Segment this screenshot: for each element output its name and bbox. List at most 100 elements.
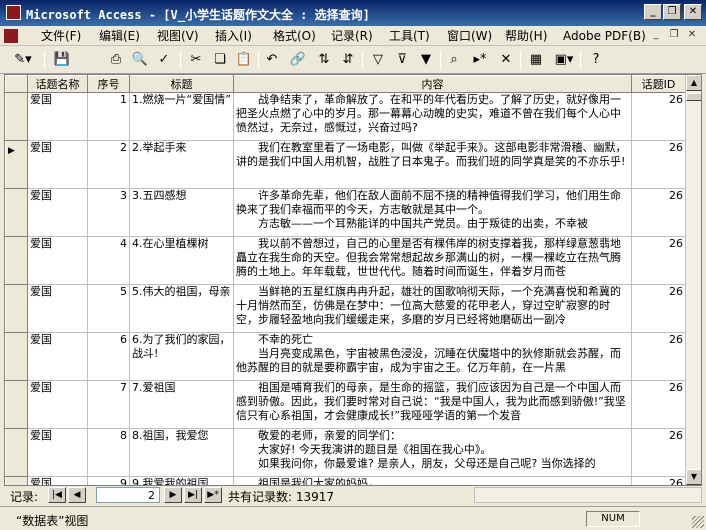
menu-file[interactable]: 文件(F) <box>38 28 84 44</box>
cell-seq[interactable]: 6 <box>87 332 130 381</box>
cell-topic-id[interactable]: 26 <box>631 140 686 189</box>
document-icon[interactable] <box>4 29 18 43</box>
record-selector[interactable] <box>5 428 28 477</box>
record-selector[interactable] <box>5 92 28 141</box>
record-selector[interactable] <box>5 332 28 381</box>
menu-tools[interactable]: 工具(T) <box>386 28 433 44</box>
table-row[interactable]: 爱国 3 3.五四感想 许多革命先辈，他们在敌人面前不屈不挠的精神值得我们学习，他们… <box>5 188 686 237</box>
cell-content[interactable]: 许多革命先辈，他们在敌人面前不屈不挠的精神值得我们学习，他们用生命换来了我们幸福… <box>233 188 632 237</box>
design-view-icon[interactable]: ✎▾ <box>8 50 38 70</box>
cell-title[interactable]: 5.伟大的祖国，母亲 <box>129 284 234 333</box>
help-icon[interactable]: ? <box>586 50 606 70</box>
cut-icon[interactable]: ✂ <box>186 50 206 70</box>
cell-topic-id[interactable]: 26 <box>631 284 686 333</box>
spelling-icon[interactable]: ✓ <box>154 50 174 70</box>
column-header-topic[interactable]: 话题名称 <box>27 75 88 93</box>
current-record-input[interactable] <box>96 487 160 503</box>
scroll-thumb[interactable] <box>686 93 701 101</box>
print-preview-icon[interactable]: 🔍 <box>130 50 150 70</box>
find-icon[interactable]: ⌕ <box>444 50 464 70</box>
cell-topic-id[interactable]: 26 <box>631 476 686 485</box>
table-row[interactable]: 爱国 8 8.祖国，我爱您 敬爱的老师，亲爱的同学们： 大家好! 今天我演讲的题目是… <box>5 428 686 477</box>
table-row[interactable]: 爱国 7 7.爱祖国 祖国是哺育我们的母亲，是生命的摇篮，我们应该因为自己是一个中国… <box>5 380 686 429</box>
resize-grip-icon[interactable] <box>692 516 704 528</box>
record-selector[interactable] <box>5 380 28 429</box>
mdi-restore-icon[interactable]: ❐ <box>666 28 682 42</box>
menu-view[interactable]: 视图(V) <box>154 28 202 44</box>
first-record-icon[interactable]: |◀ <box>48 487 66 503</box>
cell-topic[interactable]: 爱国 <box>27 140 88 189</box>
scroll-down-icon[interactable]: ▼ <box>686 469 701 485</box>
cell-content[interactable]: 敬爱的老师，亲爱的同学们： 大家好! 今天我演讲的题目是《祖国在我心中》。 如果… <box>233 428 632 477</box>
select-all-corner[interactable] <box>5 75 28 93</box>
sort-asc-icon[interactable]: ⇅ <box>314 50 334 70</box>
table-row[interactable]: 爱国 9 9.我爱我的祖国 祖国是我们大家的妈妈， 26 <box>5 476 686 485</box>
minimize-button[interactable]: _ <box>644 4 662 20</box>
cell-title[interactable]: 3.五四感想 <box>129 188 234 237</box>
table-row[interactable]: 爱国 4 4.在心里植棵树 我以前不曾想过，自己的心里是否有棵伟岸的树支撑着我，那样… <box>5 236 686 285</box>
last-record-icon[interactable]: ▶| <box>184 487 202 503</box>
cell-topic[interactable]: 爱国 <box>27 428 88 477</box>
cell-title[interactable]: 8.祖国，我爱您 <box>129 428 234 477</box>
paste-icon[interactable]: 📋 <box>234 50 254 70</box>
menu-help[interactable]: 帮助(H) <box>502 28 550 44</box>
save-icon[interactable]: 💾 <box>52 50 72 70</box>
undo-icon[interactable]: ↶ <box>262 50 282 70</box>
table-row[interactable]: 爱国 6 6.为了我们的家园，战斗! 不幸的死亡 当月亮变成黑色，宇宙被黑色浸没，沉… <box>5 332 686 381</box>
cell-seq[interactable]: 3 <box>87 188 130 237</box>
cell-topic-id[interactable]: 26 <box>631 236 686 285</box>
mdi-minimize-icon[interactable]: _ <box>648 28 664 42</box>
cell-content[interactable]: 战争结束了，革命解放了。在和平的年代看历史。了解了历史，就好像用一把圣火点燃了心… <box>233 92 632 141</box>
print-icon[interactable]: ⎙ <box>106 50 126 70</box>
scroll-up-icon[interactable]: ▲ <box>686 75 701 91</box>
cell-content[interactable]: 我们在教室里看了一场电影，叫做《举起手来》。这部电影非常滑稽、幽默，讲的是我们中… <box>233 140 632 189</box>
sort-desc-icon[interactable]: ⇵ <box>338 50 358 70</box>
cell-content[interactable]: 祖国是我们大家的妈妈， <box>233 476 632 485</box>
cell-title[interactable]: 2.举起手来 <box>129 140 234 189</box>
previous-record-icon[interactable]: ◀ <box>68 487 86 503</box>
column-header-seq[interactable]: 序号 <box>87 75 130 93</box>
cell-seq[interactable]: 7 <box>87 380 130 429</box>
column-header-title[interactable]: 标题 <box>129 75 234 93</box>
restore-button[interactable]: ❐ <box>663 4 681 20</box>
cell-topic-id[interactable]: 26 <box>631 92 686 141</box>
database-window-icon[interactable]: ▦ <box>526 50 546 70</box>
horizontal-scrollbar[interactable] <box>474 487 702 503</box>
cell-content[interactable]: 我以前不曾想过，自己的心里是否有棵伟岸的树支撑着我，那样绿意葱翡地矗立在我生命的… <box>233 236 632 285</box>
cell-content[interactable]: 不幸的死亡 当月亮变成黑色，宇宙被黑色浸没，沉睡在伏魔塔中的狄修斯就会苏醒，而他… <box>233 332 632 381</box>
apply-filter-icon[interactable]: ▼ <box>416 50 436 70</box>
column-header-content[interactable]: 内容 <box>233 75 632 93</box>
cell-seq[interactable]: 9 <box>87 476 130 485</box>
cell-seq[interactable]: 1 <box>87 92 130 141</box>
cell-seq[interactable]: 5 <box>87 284 130 333</box>
cell-topic[interactable]: 爱国 <box>27 92 88 141</box>
cell-content[interactable]: 祖国是哺育我们的母亲，是生命的摇篮，我们应该因为自己是一个中国人而感到骄傲。因此… <box>233 380 632 429</box>
record-selector[interactable] <box>5 476 28 485</box>
new-object-icon[interactable]: ▣▾ <box>550 50 578 70</box>
cell-topic[interactable]: 爱国 <box>27 380 88 429</box>
menu-records[interactable]: 记录(R) <box>328 28 376 44</box>
menu-insert[interactable]: 插入(I) <box>212 28 255 44</box>
record-selector[interactable] <box>5 284 28 333</box>
cell-title[interactable]: 4.在心里植棵树 <box>129 236 234 285</box>
record-selector[interactable] <box>5 188 28 237</box>
title-bar[interactable]: Microsoft Access - [V_小学生话题作文大全 : 选择查询] … <box>0 0 706 26</box>
cell-topic-id[interactable]: 26 <box>631 188 686 237</box>
cell-title[interactable]: 9.我爱我的祖国 <box>129 476 234 485</box>
filter-selection-icon[interactable]: ▽ <box>368 50 388 70</box>
cell-topic-id[interactable]: 26 <box>631 380 686 429</box>
record-selector[interactable] <box>5 236 28 285</box>
cell-topic-id[interactable]: 26 <box>631 332 686 381</box>
vertical-scrollbar[interactable]: ▲ ▼ <box>685 75 701 485</box>
filter-form-icon[interactable]: ⊽ <box>392 50 412 70</box>
menu-adobe-pdf[interactable]: Adobe PDF(B) <box>560 28 649 44</box>
delete-record-icon[interactable]: ✕ <box>496 50 516 70</box>
access-icon[interactable] <box>6 5 21 20</box>
cell-topic[interactable]: 爱国 <box>27 284 88 333</box>
cell-content[interactable]: 当鲜艳的五星红旗冉冉升起，雄壮的国歌响彻天际，一个充满喜悦和希冀的十月悄然而至，… <box>233 284 632 333</box>
new-record-nav-icon[interactable]: ▶* <box>204 487 222 503</box>
record-selector[interactable]: ▶ <box>5 140 28 189</box>
menu-edit[interactable]: 编辑(E) <box>96 28 143 44</box>
cell-topic[interactable]: 爱国 <box>27 476 88 485</box>
next-record-icon[interactable]: ▶ <box>164 487 182 503</box>
